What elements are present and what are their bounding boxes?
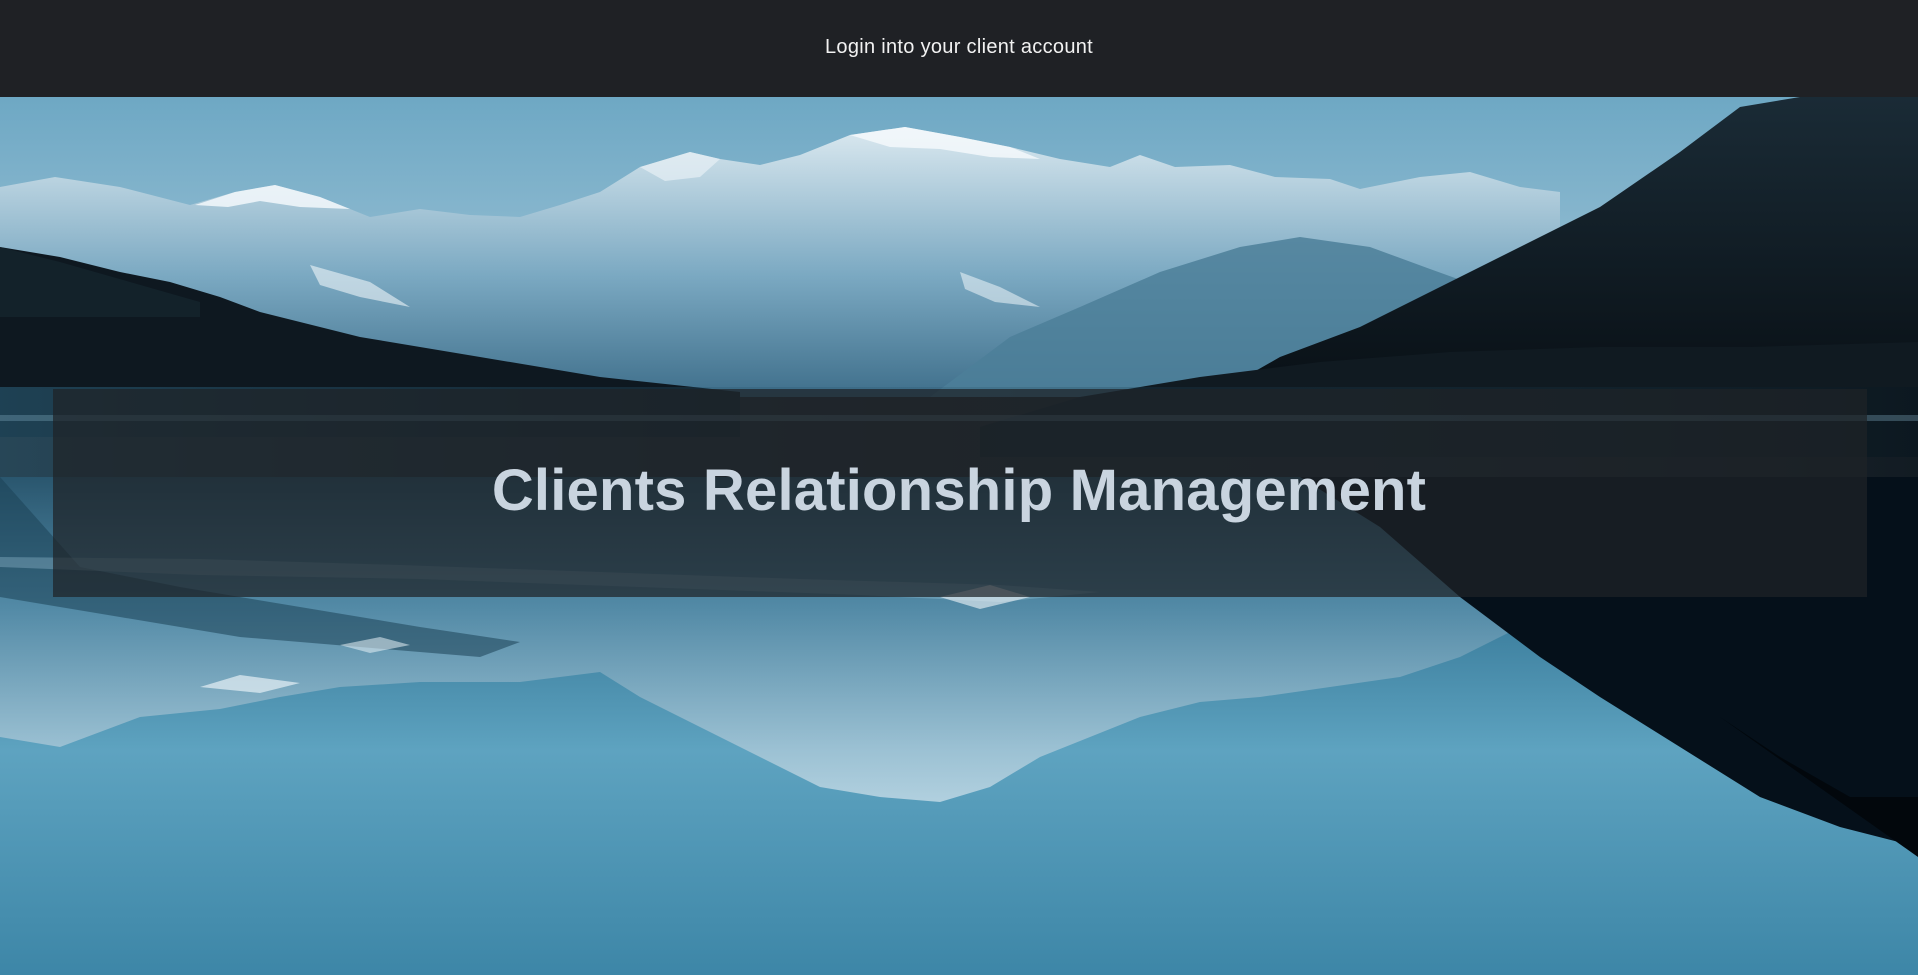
hero-section: Clients Relationship Management xyxy=(0,97,1918,975)
top-navigation: Login into your client account xyxy=(0,0,1918,97)
client-login-link[interactable]: Login into your client account xyxy=(825,36,1093,59)
page-title: Clients Relationship Management xyxy=(491,458,1427,523)
hero-title-band: Clients Relationship Management xyxy=(53,389,1867,597)
